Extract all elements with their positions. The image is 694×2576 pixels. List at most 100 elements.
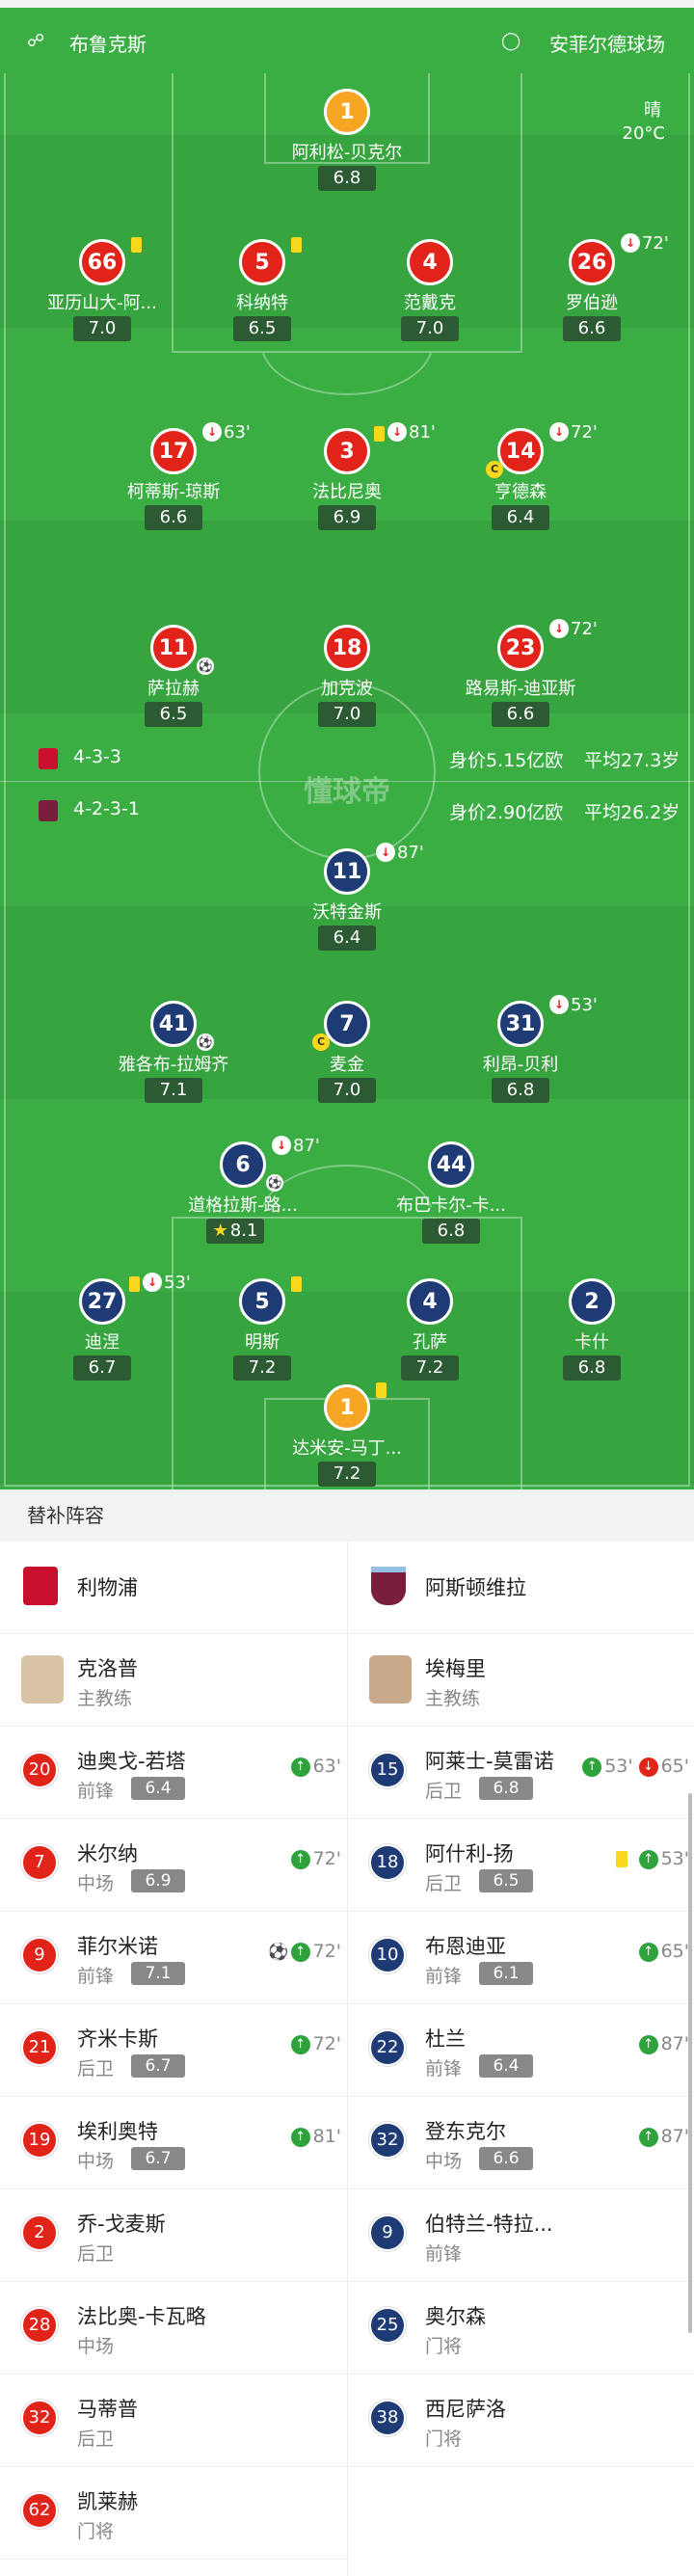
scrollbar[interactable] <box>688 1793 692 2333</box>
player-card[interactable]: 41 ⚽ 雅各布-拉姆齐 7.1 <box>87 1001 260 1109</box>
player-rating: 6.6 <box>492 702 549 727</box>
player-number: 14 <box>497 428 544 474</box>
player-rating: 7.1 <box>145 1078 202 1103</box>
liverpool-crest-icon <box>39 748 58 769</box>
sub-name: 菲尔米诺 <box>77 1935 158 1958</box>
sub-rating: 6.1 <box>479 1962 533 1985</box>
sub-player-row[interactable]: 20 迪奥戈-若塔 前锋 6.4 ↑ 63' <box>0 1727 347 1819</box>
sub-in-minute: 53' <box>660 1848 689 1869</box>
sub-position: 中场 <box>425 2151 463 2172</box>
player-card[interactable]: 23 ↓ 72' 路易斯-迪亚斯 6.6 <box>434 619 607 733</box>
player-card[interactable]: 27 ↓ 53' 迪涅 6.7 <box>15 1273 191 1386</box>
player-rating: 7.2 <box>401 1355 459 1381</box>
sub-position: 门将 <box>425 2336 463 2357</box>
player-rating: 7.0 <box>73 316 131 341</box>
player-card[interactable]: 11 ↓ 87' 沃特金斯 6.4 <box>260 843 434 956</box>
sub-position: 前锋 <box>425 2058 463 2080</box>
goal-ball-icon: ⚽ <box>197 657 214 675</box>
player-rating: 7.0 <box>401 316 459 341</box>
sub-number: 2 <box>21 2214 58 2251</box>
player-rating: 6.8 <box>318 166 376 191</box>
sub-number: 22 <box>369 2029 406 2066</box>
player-card[interactable]: 17 ↓ 63' 柯蒂斯-琼斯 6.6 <box>87 422 260 536</box>
player-card[interactable]: 31 ↓ 53' 利昂-贝利 6.8 <box>434 995 607 1109</box>
player-number: 11 <box>150 625 197 671</box>
sub-number: 62 <box>21 2492 58 2529</box>
player-card[interactable]: 5 科纳特 6.5 <box>175 237 349 347</box>
sub-rating: 7.1 <box>131 1962 185 1985</box>
sub-player-row[interactable]: 9 菲尔米诺 前锋 7.1 ⚽ ↑ 72' <box>0 1912 347 2004</box>
sub-position: 中场 <box>77 1873 115 1894</box>
player-card[interactable]: 26 ↓ 72' 罗伯逊 6.6 <box>505 233 679 347</box>
player-card[interactable]: 11 ⚽ 萨拉赫 6.5 <box>87 625 260 733</box>
sub-player-row[interactable]: 32 登东克尔 中场 6.6 ↑ 87' <box>348 2097 694 2189</box>
player-card[interactable]: 2 卡什 6.8 <box>505 1278 679 1386</box>
player-card[interactable]: 5 明斯 7.2 <box>175 1276 349 1386</box>
home-subs-list: 20 迪奥戈-若塔 前锋 6.4 ↑ 63' 7 米尔纳 中场 6.9 ↑ 72' 9 菲尔米诺 前锋 7.1… <box>0 1727 347 2560</box>
sub-player-row[interactable]: 28 法比奥-卡瓦略 中场 <box>0 2282 347 2375</box>
sub-player-row[interactable]: 7 米尔纳 中场 6.9 ↑ 72' <box>0 1819 347 1912</box>
player-card[interactable]: 14 ↓ 72' C 亨德森 6.4 <box>434 422 607 536</box>
player-name: 孔萨 <box>413 1332 447 1353</box>
villa-value: 身价2.90亿欧 <box>449 802 564 823</box>
player-card[interactable]: 3 ↓ 81' 法比尼奥 6.9 <box>260 422 436 536</box>
sub-name: 凯莱赫 <box>77 2490 138 2513</box>
player-card[interactable]: 66 亚历山大-阿... 7.0 <box>15 237 189 347</box>
player-card[interactable]: 1 阿利松-贝克尔 6.8 <box>260 89 434 197</box>
player-rating: 6.7 <box>73 1355 131 1381</box>
sub-player-row[interactable]: 22 杜兰 前锋 6.4 ↑ 87' <box>348 2004 694 2097</box>
player-card[interactable]: 18 加克波 7.0 <box>260 625 434 733</box>
sub-name: 迪奥戈-若塔 <box>77 1750 186 1773</box>
sub-number: 21 <box>21 2029 58 2066</box>
sub-player-row[interactable]: 2 乔-戈麦斯 后卫 <box>0 2189 347 2282</box>
sub-number: 9 <box>369 2214 406 2251</box>
player-rating: 7.2 <box>318 1462 376 1487</box>
player-name: 科纳特 <box>236 293 288 313</box>
sub-number: 20 <box>21 1752 58 1788</box>
sub-player-row[interactable]: 10 布恩迪亚 前锋 6.1 ↑ 65' <box>348 1912 694 2004</box>
player-card[interactable]: 7 C 麦金 7.0 <box>260 1001 434 1109</box>
sub-player-row[interactable]: 62 凯莱赫 门将 <box>0 2467 347 2560</box>
sub-in-icon: ↑ <box>290 1942 310 1962</box>
sub-position: 中场 <box>77 2336 115 2357</box>
sub-player-row[interactable]: 9 伯特兰-特拉... 前锋 <box>348 2189 694 2282</box>
sub-player-row[interactable]: 21 齐米卡斯 后卫 6.7 ↑ 72' <box>0 2004 347 2097</box>
sub-rating: 6.9 <box>131 1869 185 1892</box>
star-icon: ★ <box>212 1221 228 1241</box>
away-team-row[interactable]: 阿斯顿维拉 <box>348 1542 694 1634</box>
home-team-row[interactable]: 利物浦 <box>0 1542 347 1634</box>
sub-player-row[interactable]: 19 埃利奥特 中场 6.7 ↑ 81' <box>0 2097 347 2189</box>
sub-player-row[interactable]: 25 奥尔森 门将 <box>348 2282 694 2375</box>
player-rating: 7.2 <box>233 1355 291 1381</box>
player-rating: 6.4 <box>492 505 549 530</box>
sub-name: 法比奥-卡瓦略 <box>77 2305 206 2328</box>
home-coach-row[interactable]: 克洛普 主教练 <box>0 1634 347 1727</box>
sub-player-row[interactable]: 38 西尼萨洛 门将 <box>348 2375 694 2467</box>
player-card[interactable]: 44 布巴卡尔-卡... 6.8 <box>364 1141 538 1249</box>
sub-player-row[interactable]: 18 阿什利-扬 后卫 6.5 ↑ 53' <box>348 1819 694 1912</box>
sub-events: ↑ 81' <box>290 2126 341 2147</box>
goal-ball-icon: ⚽ <box>266 1174 283 1192</box>
player-rating: 6.8 <box>563 1355 621 1381</box>
sub-position: 后卫 <box>77 2428 115 2450</box>
sub-rating: 6.5 <box>479 1869 533 1892</box>
sub-rating: 6.8 <box>479 1777 533 1800</box>
sub-position: 后卫 <box>77 2058 115 2080</box>
player-card[interactable]: 4 孔萨 7.2 <box>343 1278 517 1386</box>
yellow-card-icon <box>291 1276 302 1292</box>
sub-player-row[interactable]: 15 阿莱士-莫雷诺 后卫 6.8 ↑ 53' ↓ 65' <box>348 1727 694 1819</box>
player-card[interactable]: 4 范戴克 7.0 <box>343 239 517 347</box>
weather: 晴 <box>644 100 661 121</box>
player-number: 5 <box>239 1278 285 1325</box>
captain-badge: C <box>486 461 503 478</box>
player-name: 明斯 <box>245 1332 280 1353</box>
sub-in-minute: 53' <box>604 1756 633 1777</box>
sub-player-row[interactable]: 32 马蒂普 后卫 <box>0 2375 347 2467</box>
sub-in-icon: ↑ <box>638 2127 658 2147</box>
sub-in-icon: ↑ <box>290 1757 310 1777</box>
player-card[interactable]: 1 达米安-马丁... 7.2 <box>260 1382 434 1492</box>
sub-number: 19 <box>21 2122 58 2159</box>
away-coach-row[interactable]: 埃梅里 主教练 <box>348 1634 694 1727</box>
sub-in-icon: ↑ <box>290 2127 310 2147</box>
player-card[interactable]: 6 ↓ 87' ⚽ 道格拉斯-路... ★ 8.1 <box>156 1136 330 1249</box>
